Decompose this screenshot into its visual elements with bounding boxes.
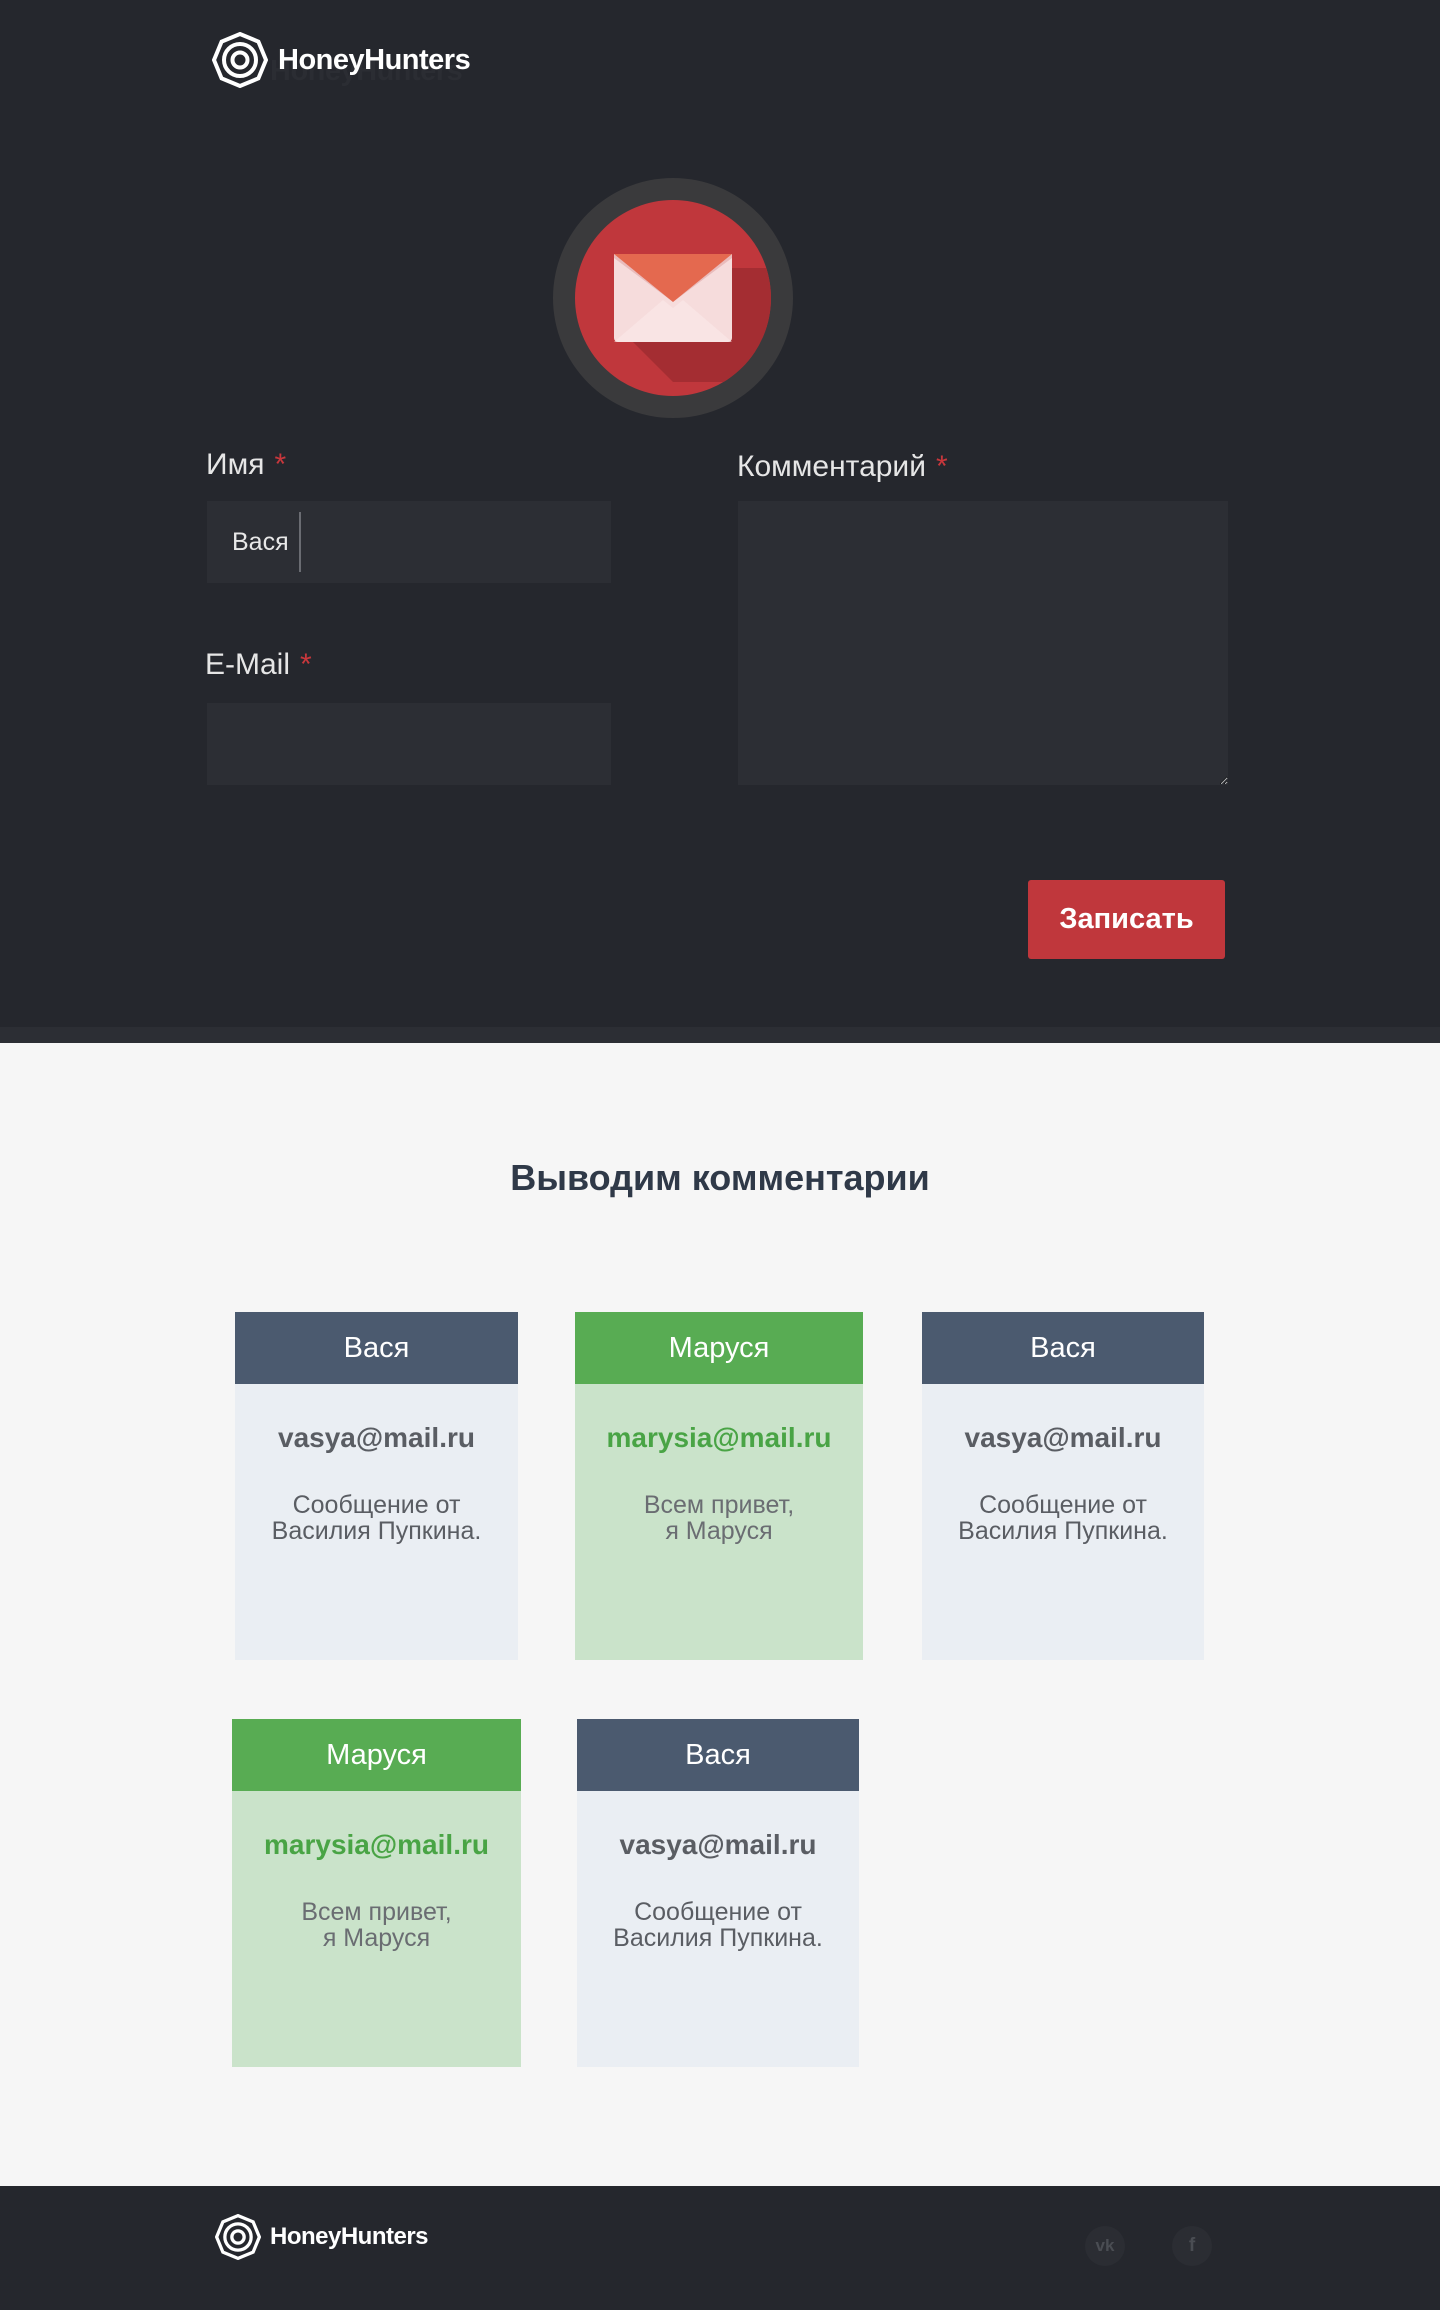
- header-logo[interactable]: HoneyHunters: [212, 32, 471, 88]
- required-mark: *: [935, 450, 948, 483]
- comment-email: vasya@mail.ru: [278, 1422, 475, 1453]
- comment-author: Маруся: [232, 1719, 521, 1791]
- name-input-value: Вася: [232, 527, 289, 556]
- mail-icon: [575, 200, 771, 396]
- facebook-icon[interactable]: f: [1172, 2226, 1212, 2266]
- required-mark: *: [300, 648, 312, 681]
- logo-icon: [215, 2214, 261, 2260]
- text-caret: [298, 512, 301, 572]
- email-label: E-Mail *: [205, 648, 312, 681]
- comment-card: Маруся marysia@mail.ru Всем привет, я Ма…: [575, 1312, 863, 1660]
- section-divider: [0, 1027, 1440, 1043]
- mail-badge: [553, 178, 793, 418]
- logo-text: HoneyHunters: [278, 43, 471, 76]
- comment-author: Вася: [235, 1312, 518, 1384]
- required-mark: *: [274, 448, 287, 481]
- comments-title: Выводим комментарии: [510, 1157, 930, 1198]
- comment-email: vasya@mail.ru: [619, 1829, 817, 1860]
- comment-author: Вася: [922, 1312, 1204, 1384]
- vk-icon[interactable]: vk: [1085, 2226, 1125, 2266]
- comment-card: Вася vasya@mail.ru Сообщение от Василия …: [577, 1719, 859, 2067]
- comment-label: Комментарий *: [737, 450, 948, 483]
- comment-card: Вася vasya@mail.ru Сообщение от Василия …: [235, 1312, 518, 1660]
- comment-author: Маруся: [575, 1312, 863, 1384]
- name-input[interactable]: Вася: [207, 501, 611, 583]
- comment-author: Вася: [577, 1719, 859, 1791]
- comment-card: Вася vasya@mail.ru Сообщение от Василия …: [922, 1312, 1204, 1660]
- comment-body: vasya@mail.ru Сообщение от Василия Пупки…: [235, 1384, 518, 1660]
- comment-body: marysia@mail.ru Всем привет, я Маруся: [232, 1791, 521, 2067]
- name-label: Имя *: [206, 448, 287, 481]
- comment-textarea[interactable]: [738, 501, 1228, 785]
- comment-message: Сообщение от Василия Пупкина.: [613, 1898, 823, 1952]
- comment-card: Маруся marysia@mail.ru Всем привет, я Ма…: [232, 1719, 521, 2067]
- comment-body: marysia@mail.ru Всем привет, я Маруся: [575, 1384, 863, 1660]
- comment-message: Всем привет, я Маруся: [643, 1491, 795, 1545]
- comment-message: Сообщение от Василия Пупкина.: [958, 1491, 1168, 1545]
- submit-button[interactable]: Записать: [1028, 880, 1225, 959]
- comment-body: vasya@mail.ru Сообщение от Василия Пупки…: [922, 1384, 1204, 1660]
- comment-email: marysia@mail.ru: [264, 1829, 489, 1860]
- comment-message: Всем привет, я Маруся: [301, 1898, 452, 1952]
- footer-logo[interactable]: HoneyHunters: [215, 2214, 429, 2260]
- email-input[interactable]: [207, 703, 611, 785]
- logo-text: HoneyHunters: [270, 2223, 429, 2250]
- comment-email: marysia@mail.ru: [606, 1422, 832, 1453]
- comment-email: vasya@mail.ru: [964, 1422, 1162, 1453]
- logo-icon: [212, 32, 268, 88]
- comment-body: vasya@mail.ru Сообщение от Василия Пупки…: [577, 1791, 859, 2067]
- comment-message: Сообщение от Василия Пупкина.: [271, 1491, 482, 1545]
